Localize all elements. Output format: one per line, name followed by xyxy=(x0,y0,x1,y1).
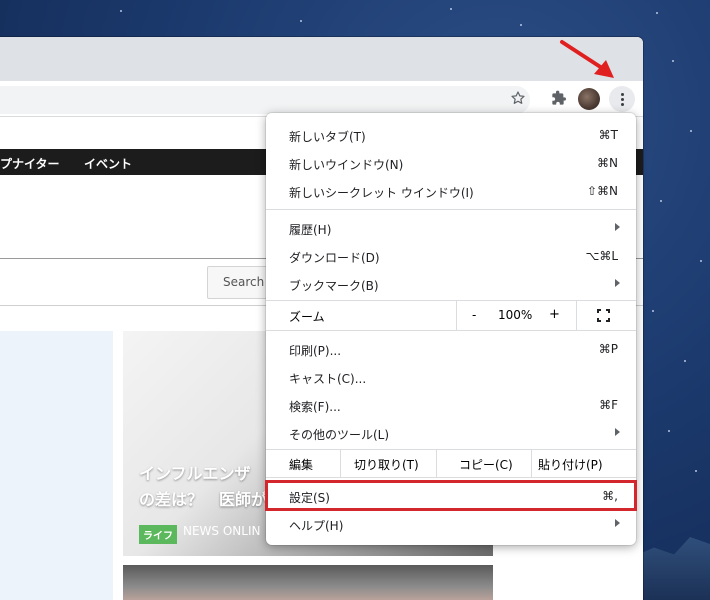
fullscreen-icon[interactable] xyxy=(597,309,610,322)
menu-item-label: 検索(F)... xyxy=(289,400,341,414)
shortcut-label: ⌥⌘L xyxy=(585,249,618,263)
submenu-arrow-icon xyxy=(615,519,620,527)
shortcut-label: ⌘F xyxy=(599,398,618,412)
nav-item-event[interactable]: イベント xyxy=(84,155,132,172)
menu-item-history[interactable]: 履歴(H) xyxy=(266,214,636,242)
zoom-label: ズーム xyxy=(289,310,325,324)
article-card-image[interactable] xyxy=(123,565,493,600)
menu-item-label: 印刷(P)... xyxy=(289,344,342,358)
edit-divider xyxy=(436,449,437,477)
zoom-out-button[interactable]: - xyxy=(472,308,476,322)
menu-item-label: 新しいタブ(T) xyxy=(289,130,366,144)
menu-item-find[interactable]: 検索(F)... ⌘F xyxy=(266,391,636,419)
shortcut-label: ⌘N xyxy=(597,156,618,170)
menu-item-new-window[interactable]: 新しいウインドウ(N) ⌘N xyxy=(266,149,636,177)
zoom-divider xyxy=(576,301,577,330)
menu-item-new-incognito[interactable]: 新しいシークレット ウインドウ(I) ⇧⌘N xyxy=(266,177,636,205)
side-banner xyxy=(0,331,113,600)
menu-zoom-row: ズーム - 100% + xyxy=(266,301,636,330)
shortcut-label: ⌘P xyxy=(598,342,618,356)
menu-item-label: 新しいシークレット ウインドウ(I) xyxy=(289,186,474,200)
menu-item-downloads[interactable]: ダウンロード(D) ⌥⌘L xyxy=(266,242,636,270)
more-menu-button[interactable] xyxy=(609,86,635,112)
menu-item-print[interactable]: 印刷(P)... ⌘P xyxy=(266,335,636,363)
menu-item-label: その他のツール(L) xyxy=(289,428,390,442)
menu-separator xyxy=(266,209,636,210)
menu-item-label: ブックマーク(B) xyxy=(289,279,379,293)
menu-item-new-tab[interactable]: 新しいタブ(T) ⌘T xyxy=(266,121,636,149)
menu-separator xyxy=(266,477,636,478)
edit-label: 編集 xyxy=(289,458,314,472)
menu-item-cast[interactable]: キャスト(C)... xyxy=(266,363,636,391)
menu-item-label: ダウンロード(D) xyxy=(289,251,380,265)
copy-button[interactable]: コピー(C) xyxy=(459,456,513,473)
zoom-in-button[interactable]: + xyxy=(549,307,560,322)
menu-item-label: ヘルプ(H) xyxy=(289,519,344,533)
menu-item-label: キャスト(C)... xyxy=(289,372,367,386)
cut-button[interactable]: 切り取り(T) xyxy=(354,456,419,473)
menu-item-bookmarks[interactable]: ブックマーク(B) xyxy=(266,270,636,298)
settings-highlight-box xyxy=(265,480,637,511)
extensions-icon[interactable] xyxy=(546,85,572,111)
menu-item-label: 履歴(H) xyxy=(289,223,332,237)
shortcut-label: ⌘T xyxy=(598,128,618,142)
submenu-arrow-icon xyxy=(615,279,620,287)
profile-avatar[interactable] xyxy=(578,88,600,110)
star-icon[interactable] xyxy=(505,85,531,111)
menu-item-help[interactable]: ヘルプ(H) xyxy=(266,510,636,538)
zoom-level: 100% xyxy=(498,308,533,322)
tab-strip[interactable] xyxy=(0,37,643,81)
paste-button[interactable]: 貼り付け(P) xyxy=(538,456,603,473)
shortcut-label: ⇧⌘N xyxy=(586,184,618,198)
address-bar[interactable] xyxy=(0,86,530,114)
red-arrow-icon xyxy=(560,40,614,78)
nav-item-nighter[interactable]: プナイター xyxy=(0,155,60,172)
menu-edit-row: 編集 切り取り(T) コピー(C) 貼り付け(P) xyxy=(266,449,636,477)
submenu-arrow-icon xyxy=(615,223,620,231)
zoom-divider xyxy=(456,301,457,330)
more-vert-icon xyxy=(620,92,624,107)
menu-separator xyxy=(266,330,636,331)
edit-divider xyxy=(531,449,532,477)
menu-item-label: 新しいウインドウ(N) xyxy=(289,158,404,172)
submenu-arrow-icon xyxy=(615,428,620,436)
edit-divider xyxy=(340,449,341,477)
article-source: NEWS ONLIN xyxy=(183,524,261,538)
menu-item-more-tools[interactable]: その他のツール(L) xyxy=(266,419,636,447)
category-badge[interactable]: ライフ xyxy=(139,525,177,544)
